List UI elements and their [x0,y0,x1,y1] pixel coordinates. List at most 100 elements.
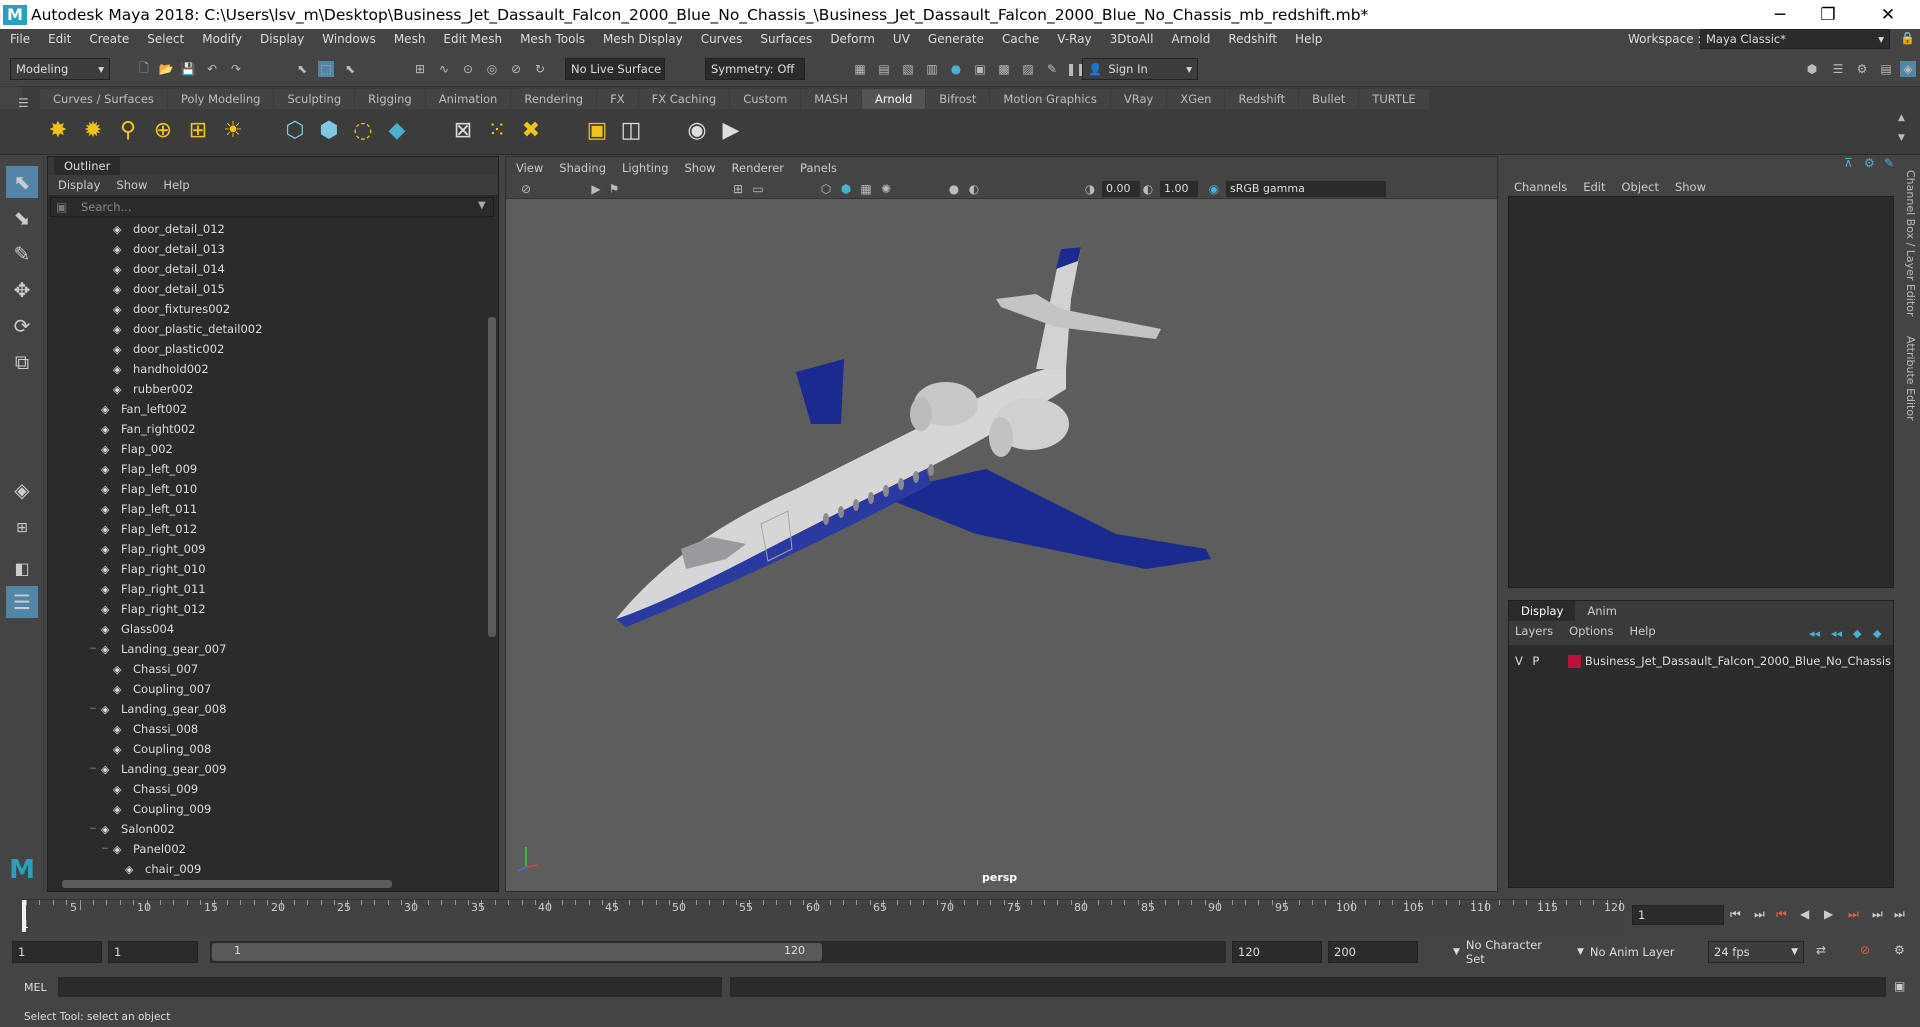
outliner-tab[interactable]: Outliner [54,157,121,175]
layer-menu-layers[interactable]: Layers [1515,624,1553,638]
snap-grid-icon[interactable]: ⊞ [412,61,428,77]
new-scene-icon[interactable]: 🗋 [136,61,152,77]
outliner-item[interactable]: ◈ chair_009 [112,859,201,877]
outliner-item[interactable]: ◈ Flap_left_012 [88,519,197,539]
lasso-tool-icon[interactable]: ⬊ [6,202,38,234]
layer-color-swatch[interactable] [1567,654,1581,668]
live-surface-field[interactable]: No Live Surface [565,58,665,80]
menu-uv[interactable]: UV [893,32,910,46]
shelf-tab-xgen[interactable]: XGen [1167,89,1225,109]
animation-prefs-icon[interactable]: ⚙ [1894,943,1905,957]
layer-visibility-toggle[interactable]: V [1511,652,1528,670]
exposure-field[interactable]: 0.00 [1102,181,1140,197]
outliner-item[interactable]: ◈ door_plastic_detail002 [100,319,262,339]
undo-icon[interactable]: ↶ [204,61,220,77]
step-forward-frame-icon[interactable]: ⏭ [1848,907,1859,922]
outliner-item[interactable]: ◈ Flap_right_011 [88,579,206,599]
character-set-dropdown[interactable]: ▼ No Character Set [1448,938,1564,966]
menu-help[interactable]: Help [1295,32,1322,46]
outliner-item[interactable]: − ◈ Panel002 [100,839,186,859]
outliner-item[interactable]: − ◈ Salon002 [88,819,175,839]
layer-type-toggle[interactable] [1545,652,1562,670]
play-forwards-icon[interactable]: ▶ [1824,907,1833,921]
channel-menu-object[interactable]: Object [1622,180,1659,194]
channel-menu-channels[interactable]: Channels [1514,180,1567,194]
select-hierarchy-icon[interactable]: ⬉ [294,61,310,77]
new-layer-icon[interactable]: ◆ [1853,627,1861,640]
hypershade-icon[interactable]: ● [948,61,964,77]
four-view-icon[interactable]: ⊞ [6,512,38,544]
collapse-toggle-icon[interactable]: − [100,844,110,854]
mel-input[interactable] [58,977,722,997]
menu-display[interactable]: Display [260,32,304,46]
tool-toggle-icon[interactable]: ✎ [1884,156,1894,170]
shelf-scroll-up-icon[interactable]: ▲ [1898,113,1905,123]
outliner-menu-help[interactable]: Help [163,178,189,192]
step-back-frame-icon[interactable]: ⏮ [1776,907,1787,922]
photometric-light-icon[interactable]: ⚲ [113,115,143,145]
menu-edit[interactable]: Edit [48,32,71,46]
camera-icon[interactable]: ▶ [588,181,604,197]
menu-windows[interactable]: Windows [322,32,376,46]
move-layer-down-icon[interactable]: ◂◂ [1831,627,1842,640]
outliner-item[interactable]: ◈ door_detail_013 [100,239,225,259]
area-light-icon[interactable]: ✸ [43,115,73,145]
outliner-item[interactable]: ◈ door_detail_014 [100,259,225,279]
color-management-icon[interactable]: ◉ [1206,181,1222,197]
outliner-item[interactable]: − ◈ Landing_gear_008 [88,699,226,719]
collapse-toggle-icon[interactable]: − [88,644,98,654]
menu-create[interactable]: Create [89,32,129,46]
filter-icon[interactable]: ▣ [56,200,67,214]
menu-cache[interactable]: Cache [1002,32,1039,46]
viewport-menu-panels[interactable]: Panels [800,161,837,175]
save-scene-icon[interactable]: 💾 [180,61,196,77]
outliner-item[interactable]: ◈ Glass004 [88,619,174,639]
outliner-item[interactable]: ◈ Flap_left_009 [88,459,197,479]
outliner-item[interactable]: ◈ Fan_right002 [88,419,196,439]
shelf-tab-motion-graphics[interactable]: Motion Graphics [990,89,1110,109]
viewport-panel[interactable]: View Shading Lighting Show Renderer Pane… [505,156,1498,892]
volume-icon[interactable]: ◆ [382,115,412,145]
anim-layer-dropdown[interactable]: ▼ No Anim Layer [1572,941,1688,963]
scale-tool-icon[interactable]: ⧉ [6,346,38,378]
outliner-search-input[interactable]: Search... [50,197,494,217]
gamma-field[interactable]: 1.00 [1160,181,1198,197]
time-slider-track[interactable]: 1 5 10 15 20 25 30 35 40 45 50 55 60 65 70 75 80 85 90 95 1… [22,899,1625,932]
current-frame-field[interactable]: 1 [1632,905,1724,925]
menu-select[interactable]: Select [147,32,184,46]
select-tool-icon[interactable]: ⬉ [6,166,38,198]
shelf-tab-bullet[interactable]: Bullet [1299,89,1359,109]
attribute-toggle-icon[interactable]: ⚙ [1864,156,1875,170]
ipr-icon[interactable]: ▧ [900,61,916,77]
go-to-end-icon[interactable]: ⏭ [1894,907,1905,922]
outliner-horizontal-scrollbar[interactable] [52,879,486,889]
loop-icon[interactable]: ⇄ [1816,943,1826,957]
render-view-icon[interactable]: ⊠ [448,115,478,145]
outliner-item[interactable]: ◈ Fan_left002 [88,399,187,419]
menu-generate[interactable]: Generate [928,32,984,46]
outliner-layout-icon[interactable]: ☰ [6,586,38,618]
physical-sky-icon[interactable]: ☀ [218,115,248,145]
script-editor-icon[interactable]: ▣ [1894,979,1905,993]
new-layer-selected-icon[interactable]: ◆ [1873,627,1881,640]
eye-icon[interactable]: ◉ [682,115,712,145]
shelf-menu-icon[interactable]: ☰ [18,96,29,110]
shelf-tab-poly-modeling[interactable]: Poly Modeling [167,89,274,109]
redo-icon[interactable]: ↷ [228,61,244,77]
outliner-item[interactable]: ◈ Flap_right_012 [88,599,206,619]
bookmark-icon[interactable]: ⚑ [606,181,622,197]
shelf-tab-rigging[interactable]: Rigging [355,89,425,109]
shelf-tab-vray[interactable]: VRay [1110,89,1167,109]
license-manager-icon[interactable]: ◫ [616,115,646,145]
outliner-item[interactable]: ◈ Chassi_008 [100,719,198,739]
outliner-vertical-scrollbar[interactable] [486,217,498,879]
flush-cache-icon[interactable]: ✖ [516,115,546,145]
rotate-tool-icon[interactable]: ⟳ [6,310,38,342]
restore-button[interactable]: ❐ [1800,0,1856,29]
menu-edit-mesh[interactable]: Edit Mesh [443,32,502,46]
select-component-icon[interactable]: ⬉ [342,61,358,77]
channel-box-toggle-icon[interactable]: ⊼ [1844,156,1853,170]
menu-redshift[interactable]: Redshift [1228,32,1277,46]
paint-select-icon[interactable]: ✎ [6,238,38,270]
film-gate-icon[interactable]: ▭ [750,181,766,197]
